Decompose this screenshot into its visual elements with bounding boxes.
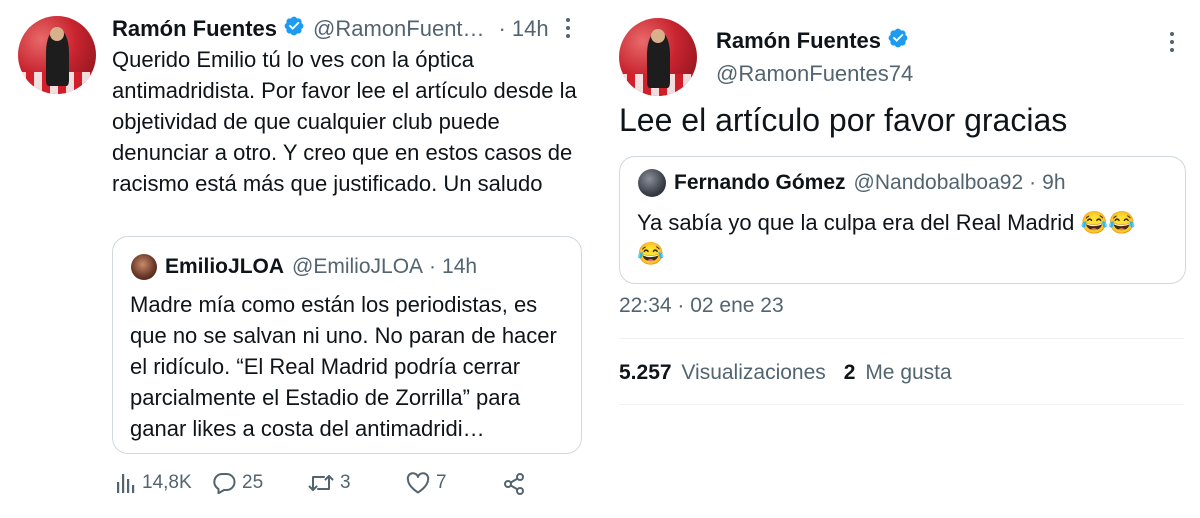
views-count: 5.257: [619, 361, 672, 384]
retweet-action[interactable]: 3: [308, 472, 351, 494]
author-name-row: Ramón Fuentes: [716, 26, 909, 56]
quoted-text-block: Ya sabía yo que la culpa era del Real Ma…: [637, 207, 1167, 269]
retweet-icon: [308, 472, 334, 494]
likes-count: 2: [843, 361, 856, 384]
divider: [619, 404, 1184, 405]
laughing-emoji: 😂: [637, 241, 665, 266]
more-options-icon[interactable]: [564, 16, 572, 40]
quoted-handle[interactable]: @EmilioJLOA: [292, 255, 423, 279]
more-options-icon[interactable]: [1168, 30, 1176, 54]
likes-label: Me gusta: [865, 361, 952, 384]
verified-badge-icon: [887, 27, 909, 55]
reply-icon: [212, 472, 236, 494]
author-name[interactable]: Ramón Fuentes: [112, 16, 277, 42]
share-icon: [502, 472, 526, 496]
tweet-time[interactable]: 14h: [512, 16, 549, 42]
like-action[interactable]: 7: [406, 472, 447, 494]
quoted-tweet[interactable]: Fernando Gómez @Nandobalboa92 · 9h Ya sa…: [619, 156, 1186, 284]
quoted-header: EmilioJLOA @EmilioJLOA · 14h: [165, 253, 477, 281]
quoted-time[interactable]: 14h: [442, 255, 477, 279]
tweet-header: Ramón Fuentes @RamonFuent… · 14h: [112, 14, 549, 44]
like-count: 7: [436, 472, 447, 493]
tweet-text: Lee el artículo por favor gracias: [619, 102, 1068, 138]
avatar[interactable]: [18, 16, 96, 94]
views-action[interactable]: 14,8K: [116, 472, 192, 494]
analytics-icon: [116, 472, 136, 494]
quoted-text: Madre mía como están los periodistas, es…: [130, 292, 557, 441]
quoted-avatar[interactable]: [638, 169, 666, 197]
quoted-tweet[interactable]: EmilioJLOA @EmilioJLOA · 14h Madre mía c…: [112, 236, 582, 454]
author-name[interactable]: Ramón Fuentes: [716, 28, 881, 54]
likes-stat[interactable]: 2 Me gusta: [844, 361, 952, 385]
laughing-emoji: 😂: [1107, 210, 1136, 235]
reply-action[interactable]: 25: [212, 472, 263, 494]
retweet-count: 3: [340, 472, 351, 493]
tweet-text: Querido Emilio tú lo ves con la óptica a…: [112, 47, 577, 196]
author-handle[interactable]: @RamonFuentes74: [716, 61, 913, 87]
tweet-timestamp[interactable]: 22:34 · 02 ene 23: [619, 294, 784, 318]
quoted-handle[interactable]: @Nandobalboa92: [854, 171, 1024, 195]
verified-badge-icon: [283, 15, 305, 43]
quoted-avatar[interactable]: [131, 254, 157, 280]
tweet-stats: 5.257 Visualizaciones 2 Me gusta: [619, 358, 952, 388]
quoted-author-name[interactable]: EmilioJLOA: [165, 255, 284, 279]
separator-dot: ·: [1029, 171, 1037, 194]
views-stat[interactable]: 5.257 Visualizaciones: [619, 361, 826, 385]
quoted-header: Fernando Gómez @Nandobalboa92 · 9h: [674, 169, 1066, 197]
reply-count: 25: [242, 472, 264, 493]
avatar[interactable]: [619, 18, 697, 96]
quoted-time[interactable]: 9h: [1042, 171, 1065, 195]
share-action[interactable]: [502, 472, 526, 496]
separator-dot: ·: [498, 16, 506, 41]
separator-dot: ·: [429, 255, 437, 278]
views-count: 14,8K: [142, 472, 192, 493]
views-label: Visualizaciones: [681, 361, 826, 384]
heart-icon: [406, 472, 430, 494]
quoted-text: Ya sabía yo que la culpa era del Real Ma…: [637, 210, 1075, 235]
laughing-emoji: 😂: [1080, 210, 1108, 235]
divider: [619, 338, 1184, 339]
author-handle[interactable]: @RamonFuent…: [313, 16, 485, 42]
quoted-author-name[interactable]: Fernando Gómez: [674, 171, 846, 195]
